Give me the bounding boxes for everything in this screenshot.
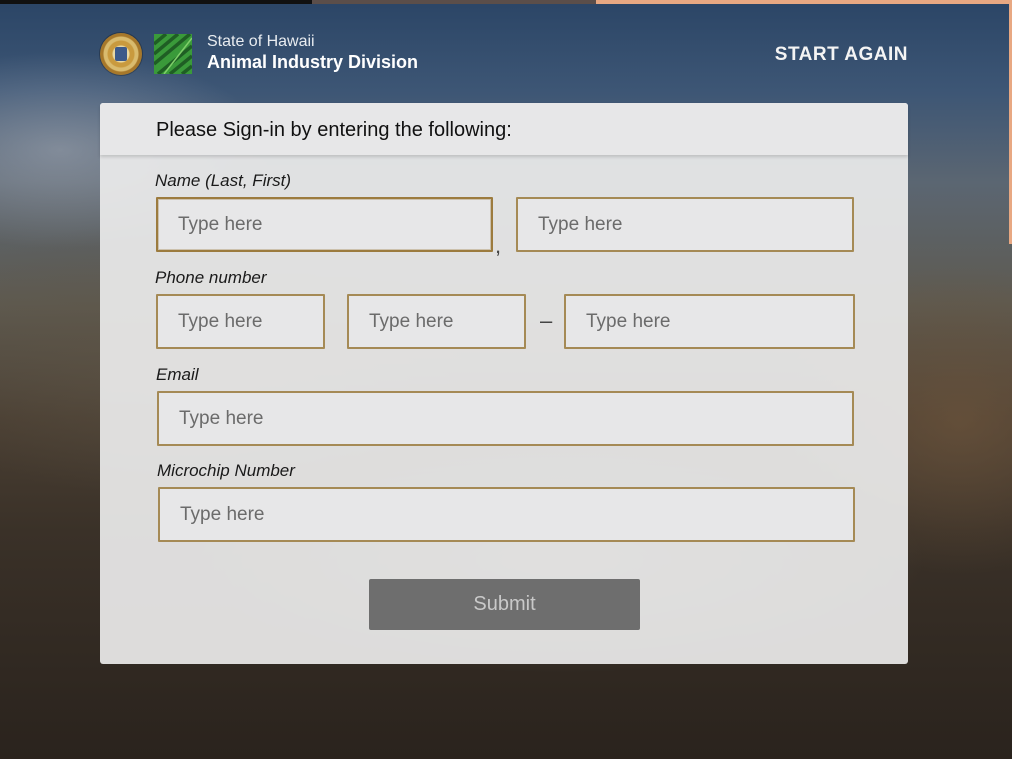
animal-industry-logo-icon [154,34,192,74]
form-title-bar: Please Sign-in by entering the following… [100,103,908,155]
name-label: Name (Last, First) [155,171,292,190]
sign-in-screen: State of Hawaii Animal Industry Division… [0,0,1012,759]
brand-division-name: Animal Industry Division [207,52,419,72]
microchip-number-input[interactable] [158,487,855,542]
phone-label: Phone number [155,268,267,287]
start-again-button[interactable]: START AGAIN [775,44,908,66]
microchip-label: Microchip Number [157,461,295,480]
phone-separator: – [540,308,553,333]
header: State of Hawaii Animal Industry Division… [100,32,908,78]
brand-state-name: State of Hawaii [207,33,315,50]
phone-prefix-input[interactable] [347,294,526,349]
last-name-input[interactable] [156,197,493,252]
phone-area-code-input[interactable] [156,294,325,349]
state-seal-icon [100,33,142,75]
sign-in-form: Please Sign-in by entering the following… [100,103,908,664]
phone-line-input[interactable] [564,294,855,349]
form-title: Please Sign-in by entering the following… [156,119,512,141]
submit-button[interactable]: Submit [369,579,640,630]
email-label: Email [156,365,199,384]
top-edge-strip [0,0,1012,4]
first-name-input[interactable] [516,197,854,252]
email-input[interactable] [157,391,854,446]
name-separator: , [495,233,502,258]
